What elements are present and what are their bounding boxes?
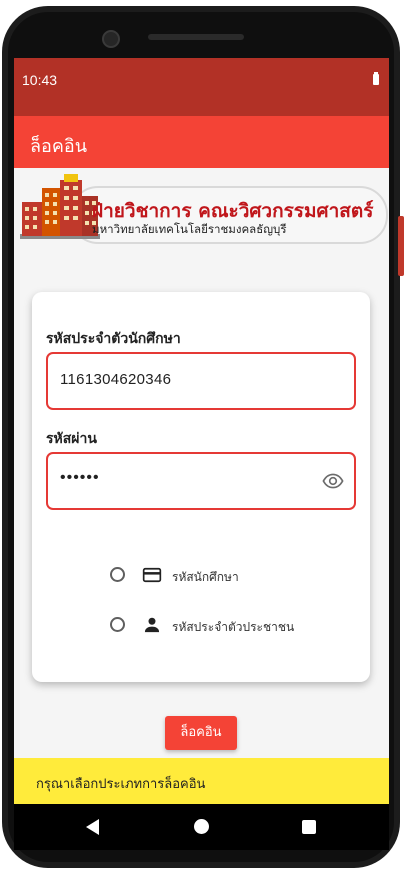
side-button [398,216,404,276]
password-label: รหัสผ่าน [46,431,97,447]
building-logo-icon [20,174,100,239]
show-password-eye-icon[interactable] [322,470,344,492]
back-icon[interactable] [86,819,99,835]
earpiece-speaker [148,34,244,40]
status-time: 10:43 [22,72,58,88]
snackbar-message: กรุณาเลือกประเภทการล็อคอิน [36,777,206,792]
password-field[interactable]: •••••• [46,452,356,510]
login-type-student-id[interactable]: รหัสนักศึกษา [110,564,330,588]
student-id-value: 1161304620346 [60,371,172,388]
status-bar: 10:43 [14,58,389,116]
student-id-label: รหัสประจำตัวนักศึกษา [46,331,181,347]
login-button[interactable]: ล็อคอิน [165,716,237,750]
recents-icon[interactable] [302,820,316,834]
home-icon[interactable] [194,819,209,834]
app-bar: ล็อคอิน [14,116,389,168]
app-title: ล็อคอิน [30,136,87,157]
radio-national-id[interactable] [110,617,125,632]
snackbar: กรุณาเลือกประเภทการล็อคอิน [14,758,389,804]
screen: 10:43 ล็อคอิน ฝ่ายวิชาการ คณะวิศวกรรมศาส… [14,58,389,850]
battery-icon [373,72,379,85]
login-type-label: รหัสประจำตัวประชาชน [172,620,295,634]
password-value: •••••• [60,469,100,486]
login-type-national-id[interactable]: รหัสประจำตัวประชาชน [110,614,330,638]
login-card: รหัสประจำตัวนักศึกษา 1161304620346 รหัสผ… [32,292,370,682]
person-icon [144,617,160,633]
login-type-label: รหัสนักศึกษา [172,570,239,584]
student-id-field[interactable]: 1161304620346 [46,352,356,410]
banner-subtitle: มหาวิทยาลัยเทคโนโลยีราชมงคลธัญบุรี [92,222,287,236]
credit-card-icon [142,567,162,583]
faculty-banner: ฝ่ายวิชาการ คณะวิศวกรรมศาสตร์ มหาวิทยาลั… [14,172,389,246]
front-camera-icon [102,30,120,48]
radio-student-id[interactable] [110,567,125,582]
device: 10:43 ล็อคอิน ฝ่ายวิชาการ คณะวิศวกรรมศาส… [0,0,404,872]
navigation-bar [14,804,389,850]
